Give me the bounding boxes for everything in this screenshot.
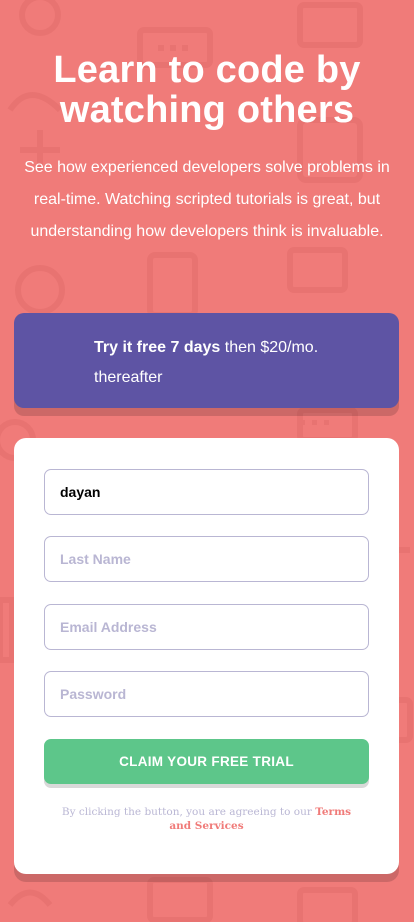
signup-form: CLAIM YOUR FREE TRIAL By clicking the bu… xyxy=(14,438,399,874)
page-description: See how experienced developers solve pro… xyxy=(24,159,390,240)
email-field[interactable] xyxy=(44,604,369,650)
terms-notice: By clicking the button, you are agreeing… xyxy=(54,805,359,833)
page-title: Learn to code by watching others xyxy=(53,49,361,131)
last-name-field[interactable] xyxy=(44,536,369,582)
claim-trial-button[interactable]: CLAIM YOUR FREE TRIAL xyxy=(44,739,369,784)
hero-section: Learn to code by watching others See how… xyxy=(0,50,414,248)
promo-text: Try it free 7 days then $20/mo. thereaft… xyxy=(94,333,354,393)
password-field[interactable] xyxy=(44,671,369,717)
trial-promo-banner: Try it free 7 days then $20/mo. thereaft… xyxy=(14,313,399,408)
terms-prefix: By clicking the button, you are agreeing… xyxy=(61,806,316,818)
promo-bold: Try it free 7 days xyxy=(94,339,221,356)
first-name-field[interactable] xyxy=(44,469,369,515)
